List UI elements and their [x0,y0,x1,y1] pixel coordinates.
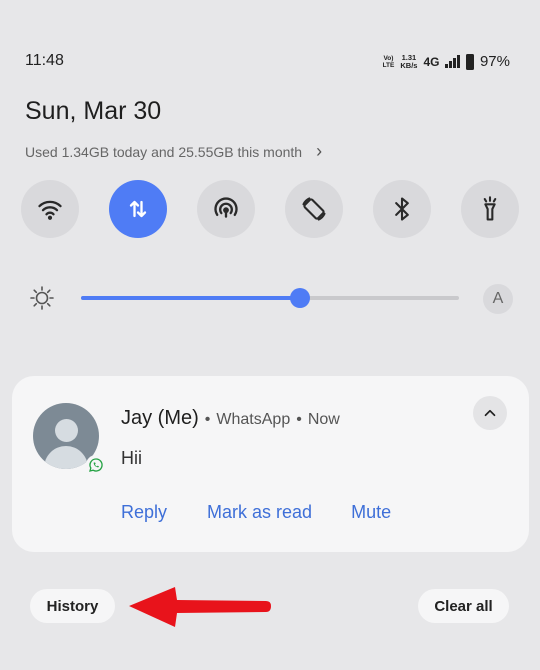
flashlight-tile[interactable] [461,180,519,238]
quick-settings-tiles [21,180,519,238]
auto-rotate-tile[interactable] [285,180,343,238]
mute-button[interactable]: Mute [351,502,391,523]
network-type: 4G [423,54,440,69]
auto-brightness-button[interactable]: A [483,284,513,314]
data-usage-row[interactable]: Used 1.34GB today and 25.55GB this month… [25,141,322,162]
wifi-tile[interactable] [21,180,79,238]
volte-icon: Vo) LTE [382,54,395,69]
clear-all-button[interactable]: Clear all [418,589,509,623]
hotspot-tile[interactable] [197,180,255,238]
chevron-right-icon: › [316,141,323,161]
status-icons: Vo) LTE 1.31 KB/s 4G 97% [383,53,510,70]
signal-icon [445,55,460,68]
mark-as-read-button[interactable]: Mark as read [207,502,312,523]
battery-icon [465,53,474,70]
status-bar: 11:48 Vo) LTE 1.31 KB/s 4G 97% [0,0,540,100]
notification-card[interactable]: Jay (Me) • WhatsApp • Now Hii Reply Mark… [12,376,529,552]
battery-percent: 97% [479,53,510,70]
hotspot-icon [214,197,238,218]
bluetooth-tile[interactable] [373,180,431,238]
chevron-up-icon [484,409,496,417]
notification-actions: Reply Mark as read Mute [121,502,391,523]
whatsapp-icon [86,455,106,475]
history-button[interactable]: History [30,589,115,623]
data-usage-text: Used 1.34GB today and 25.55GB this month [25,143,303,160]
flashlight-icon [483,196,497,221]
mobile-data-tile[interactable] [109,180,167,238]
data-transfer-icon [129,200,147,218]
red-arrow-annotation [129,587,271,627]
clock: 11:48 [25,52,64,69]
brightness-icon [30,286,54,310]
date-label: Sun, Mar 30 [25,97,162,125]
brightness-slider-fill [81,296,301,300]
reply-button[interactable]: Reply [121,502,167,523]
rotate-icon [302,197,326,221]
brightness-slider-thumb[interactable] [290,288,311,308]
network-speed: 1.31 KB/s [400,52,418,70]
message-text: Hii [121,448,142,468]
sender-name: Jay (Me) [121,407,199,429]
notification-time: Now [307,411,340,428]
app-name: WhatsApp [216,411,291,428]
brightness-slider[interactable] [81,288,459,308]
bluetooth-icon [395,197,409,221]
wifi-icon [38,200,62,220]
notification-header: Jay (Me) • WhatsApp • Now [121,407,340,429]
brightness-row: A [28,284,518,314]
collapse-button[interactable] [473,396,507,430]
